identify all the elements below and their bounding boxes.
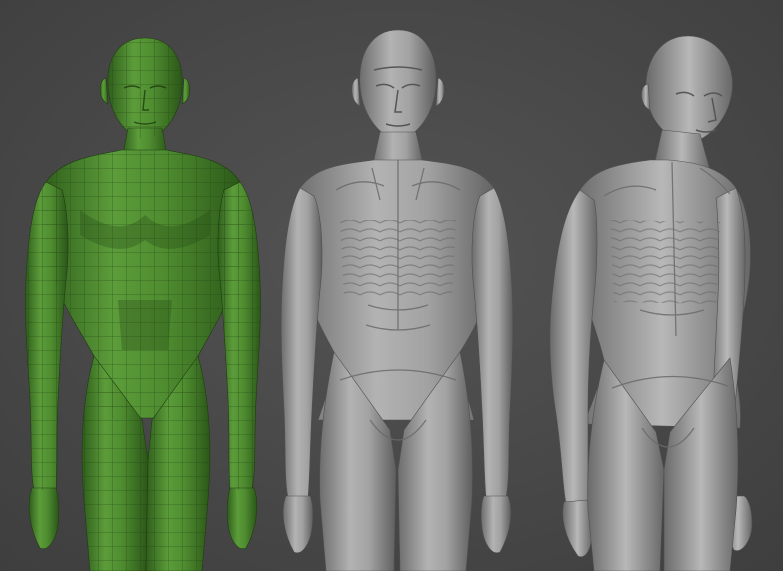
- render-viewport: [0, 0, 783, 571]
- render-canvas: [0, 0, 783, 571]
